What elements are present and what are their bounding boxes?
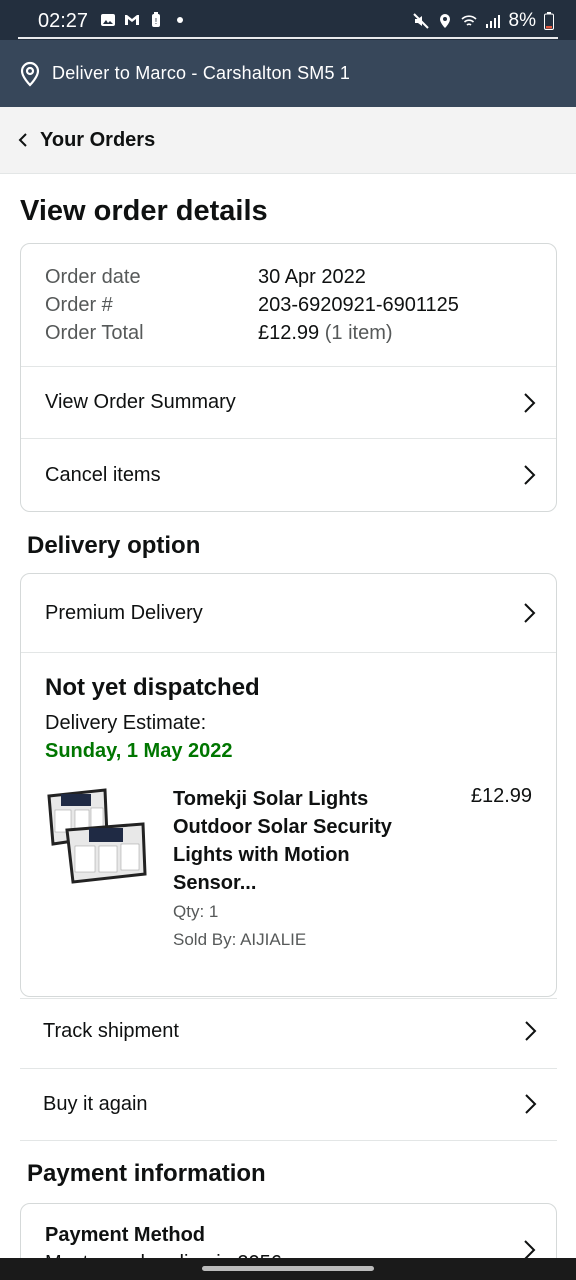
premium-delivery-row[interactable]: Premium Delivery bbox=[21, 574, 556, 652]
cancel-items-label: Cancel items bbox=[45, 463, 161, 486]
track-shipment-row[interactable]: Track shipment bbox=[20, 995, 557, 1067]
product-title[interactable]: Tomekji Solar Lights Outdoor Solar Secur… bbox=[173, 785, 413, 897]
payment-method-label: Payment Method bbox=[45, 1224, 206, 1246]
dot-icon bbox=[177, 17, 183, 23]
track-shipment-label: Track shipment bbox=[43, 1019, 179, 1042]
mute-icon bbox=[412, 13, 429, 29]
cancel-items-row[interactable]: Cancel items bbox=[21, 439, 556, 511]
delivery-estimate-label: Delivery Estimate: bbox=[45, 712, 207, 734]
location-pin-icon bbox=[20, 61, 40, 87]
delivery-card: Premium Delivery Not yet dispatched Deli… bbox=[20, 573, 557, 997]
chevron-right-icon bbox=[524, 603, 536, 623]
image-icon bbox=[101, 14, 115, 26]
product-image[interactable] bbox=[45, 788, 149, 884]
gmail-icon bbox=[125, 15, 139, 25]
product-sold-by: Sold By: AIJIALIE bbox=[173, 930, 307, 949]
chevron-right-icon bbox=[525, 1021, 537, 1041]
view-order-summary-row[interactable]: View Order Summary bbox=[21, 367, 556, 438]
battery-percentage: 8% bbox=[508, 10, 536, 31]
view-order-summary-label: View Order Summary bbox=[45, 391, 236, 413]
shipment-status: Not yet dispatched bbox=[45, 674, 260, 701]
system-navigation-bar bbox=[0, 1258, 576, 1280]
battery-saver-icon: ! bbox=[152, 12, 160, 27]
deliver-to-text: Deliver to Marco - Carshalton SM5 1 bbox=[52, 63, 351, 83]
signal-icon bbox=[485, 15, 500, 28]
back-to-orders[interactable]: Your Orders bbox=[0, 107, 576, 174]
delivery-estimate-date: Sunday, 1 May 2022 bbox=[45, 740, 233, 762]
chevron-right-icon bbox=[524, 392, 536, 413]
status-bar: 02:27 ! 8% bbox=[0, 0, 576, 40]
buy-it-again-row[interactable]: Buy it again bbox=[20, 1068, 557, 1140]
chevron-left-icon bbox=[18, 133, 27, 147]
order-date-label: Order date bbox=[45, 266, 141, 288]
deliver-to-bar[interactable]: Deliver to Marco - Carshalton SM5 1 bbox=[0, 40, 576, 107]
product-qty: Qty: 1 bbox=[173, 902, 219, 921]
page-title: View order details bbox=[20, 195, 268, 227]
order-number-value: 203-6920921-6901125 bbox=[258, 294, 459, 316]
chevron-right-icon bbox=[524, 465, 536, 485]
order-info-card: Order date 30 Apr 2022 Order # 203-69209… bbox=[20, 243, 557, 512]
your-orders-label: Your Orders bbox=[40, 128, 156, 151]
divider bbox=[20, 1140, 557, 1141]
delivery-option-heading: Delivery option bbox=[27, 532, 201, 559]
status-underline bbox=[18, 37, 558, 39]
status-icons-left: ! bbox=[100, 12, 188, 28]
status-icons-right: 8% bbox=[412, 10, 554, 32]
product-price: £12.99 bbox=[470, 785, 532, 807]
order-total-value: £12.99 (1 item) bbox=[258, 322, 393, 345]
payment-information-heading: Payment information bbox=[27, 1160, 266, 1187]
order-total-label: Order Total bbox=[45, 322, 144, 344]
divider bbox=[21, 652, 556, 653]
order-total-amount: £12.99 bbox=[258, 322, 320, 344]
svg-text:!: ! bbox=[154, 17, 157, 26]
delivery-option-label: Premium Delivery bbox=[45, 601, 203, 624]
location-icon bbox=[439, 14, 450, 28]
chevron-right-icon bbox=[525, 1094, 537, 1114]
battery-icon bbox=[544, 12, 554, 30]
buy-it-again-label: Buy it again bbox=[43, 1092, 148, 1115]
order-number-label: Order # bbox=[45, 294, 113, 316]
status-time: 02:27 bbox=[38, 10, 89, 32]
order-total-items: (1 item) bbox=[324, 322, 393, 344]
home-gesture-bar[interactable] bbox=[202, 1266, 374, 1271]
wifi-icon bbox=[460, 15, 477, 26]
order-date-value: 30 Apr 2022 bbox=[258, 266, 366, 288]
